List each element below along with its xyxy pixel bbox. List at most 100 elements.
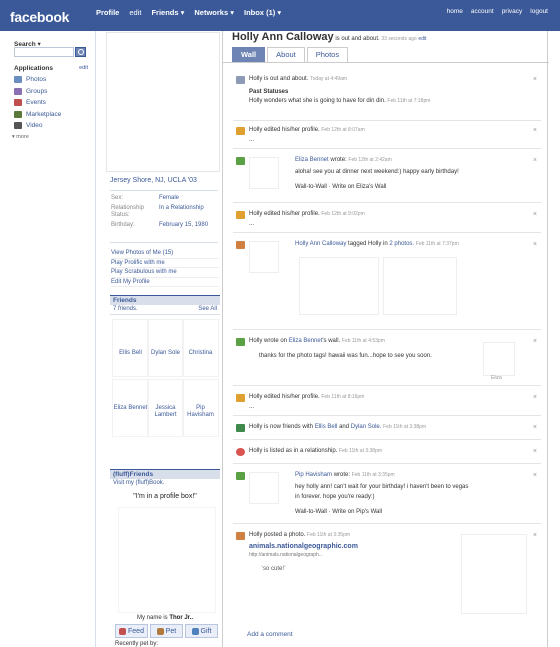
story-actor-link[interactable]: Pip Havisham: [295, 472, 332, 478]
wall-to-wall-links[interactable]: Wall-to-Wall · Write on Eliza's Wall: [295, 184, 386, 190]
nav-home[interactable]: home: [447, 8, 463, 15]
pet-button[interactable]: Pet: [150, 624, 183, 638]
friend-tile[interactable]: Pip Havisham: [182, 379, 219, 437]
profile-picture[interactable]: [106, 32, 220, 172]
play-scrabulous-link[interactable]: Play Scrabulous with me: [111, 268, 219, 278]
nav-privacy[interactable]: privacy: [502, 8, 523, 15]
friend-name[interactable]: Dylan Sole: [148, 350, 183, 357]
story-actor: Holly: [249, 76, 263, 82]
story-target-link[interactable]: Eliza Bennet: [289, 338, 323, 344]
shared-link-url[interactable]: http://animals.nationalgeograph...: [249, 552, 323, 558]
nav-logout[interactable]: logout: [530, 8, 548, 15]
status-icon: [236, 76, 245, 84]
tagger-thumbnail[interactable]: [249, 241, 279, 273]
tagged-photo[interactable]: [383, 257, 457, 315]
edit-profile-link[interactable]: Edit My Profile: [111, 278, 219, 287]
status-edit-link[interactable]: edit: [418, 36, 426, 42]
feed-story-status: Holly is out and about. Today at 4:49am …: [233, 71, 541, 121]
shared-photo[interactable]: [461, 534, 527, 614]
tab-about[interactable]: About: [267, 47, 305, 62]
add-comment-link[interactable]: Add a comment: [247, 631, 293, 638]
feed-icon: [119, 627, 127, 635]
close-icon[interactable]: ×: [533, 127, 537, 134]
fluffbook-link[interactable]: Visit my (fluff)Book.: [110, 479, 220, 489]
wall-to-wall-links[interactable]: Wall-to-Wall · Write on Pip's Wall: [295, 509, 382, 515]
view-photos-link[interactable]: View Photos of Me (15): [111, 249, 219, 259]
friend-name[interactable]: Ellis Bell: [113, 350, 148, 357]
see-all-link[interactable]: See All: [198, 306, 217, 313]
close-icon[interactable]: ×: [533, 76, 537, 83]
past-status-time: Feb 11th at 7:18pm: [387, 98, 431, 104]
friend-name[interactable]: Eliza Bennet: [113, 405, 148, 412]
gift-button[interactable]: Gift: [185, 624, 218, 638]
friend-tile[interactable]: Eliza Bennet: [112, 379, 149, 437]
friend-tile[interactable]: Jessica Lambert: [147, 379, 184, 437]
friend-link[interactable]: Dylan Sole.: [351, 424, 382, 430]
story-actor-link[interactable]: Eliza Bennet: [295, 157, 329, 163]
applications-edit-link[interactable]: edit: [79, 65, 88, 72]
pet-image[interactable]: [118, 507, 216, 613]
marketplace-icon: [14, 110, 22, 118]
search-button[interactable]: [75, 47, 86, 57]
nav-profile[interactable]: Profile: [96, 8, 119, 17]
friend-name[interactable]: Pip Havisham: [183, 405, 218, 419]
play-prolific-link[interactable]: Play Prolific with me: [111, 259, 219, 268]
pencil-icon: [236, 211, 245, 219]
info-value[interactable]: Female: [159, 195, 179, 203]
close-icon[interactable]: ×: [533, 338, 537, 345]
story-time: Feb 12th at 9:02pm: [321, 211, 365, 217]
nav-networks[interactable]: Networks ▾: [194, 8, 234, 17]
nav-account[interactable]: account: [471, 8, 494, 15]
story-line: Holly is listed as in a relationship. Fe…: [249, 448, 382, 454]
friend-name[interactable]: Jessica Lambert: [148, 405, 183, 419]
search-input[interactable]: [14, 47, 74, 57]
app-item-photos[interactable]: Photos: [14, 74, 61, 86]
friend-link[interactable]: Ellis Bell: [315, 424, 338, 430]
story-text: Holly edited his/her profile.: [249, 394, 320, 400]
close-icon[interactable]: ×: [533, 241, 537, 248]
nav-edit[interactable]: edit: [129, 8, 141, 17]
info-value[interactable]: February 15, 1980: [159, 222, 208, 230]
poster-thumbnail[interactable]: [249, 157, 279, 189]
info-key: Relationship Status:: [111, 204, 145, 219]
story-verb: tagged Holly in: [348, 241, 388, 247]
close-icon[interactable]: ×: [533, 394, 537, 401]
info-value[interactable]: In a Relationship: [159, 205, 204, 220]
close-icon[interactable]: ×: [533, 157, 537, 164]
friend-name[interactable]: Christina: [183, 350, 218, 357]
app-item-video[interactable]: Video: [14, 120, 61, 132]
nav-inbox[interactable]: Inbox (1) ▾: [244, 8, 281, 17]
close-icon[interactable]: ×: [533, 448, 537, 455]
posted-item-icon: [236, 532, 245, 540]
friends-count[interactable]: 7 friends.: [113, 306, 138, 313]
story-time: Feb 11th at 3:35pm: [307, 532, 351, 538]
friend-tile[interactable]: Ellis Bell: [112, 319, 149, 377]
shared-link-title[interactable]: animals.nationalgeographic.com: [249, 543, 358, 550]
feed-story-relationship: Holly is listed as in a relationship. Fe…: [233, 442, 541, 464]
tab-photos[interactable]: Photos: [306, 47, 349, 62]
story-actor-link[interactable]: Holly Ann Calloway: [295, 241, 346, 247]
nav-friends[interactable]: Friends ▾: [151, 8, 184, 17]
friend-tile[interactable]: Christina: [182, 319, 219, 377]
tagged-photos-link[interactable]: 2 photos.: [389, 241, 414, 247]
quote-close-icon: ”: [284, 566, 287, 572]
poster-thumbnail[interactable]: [249, 472, 279, 504]
past-status-text: Holly wonders what she is going to have …: [249, 98, 386, 104]
tagged-photo[interactable]: [299, 257, 379, 315]
app-item-groups[interactable]: Groups: [14, 86, 61, 98]
close-icon[interactable]: ×: [533, 211, 537, 218]
app-item-marketplace[interactable]: Marketplace: [14, 109, 61, 121]
network-info[interactable]: Jersey Shore, NJ, UCLA '03: [110, 177, 197, 184]
close-icon[interactable]: ×: [533, 472, 537, 479]
tab-wall[interactable]: Wall: [232, 47, 266, 62]
profile-name: Holly Ann Calloway: [232, 31, 334, 43]
friend-tile[interactable]: Dylan Sole: [147, 319, 184, 377]
wall-post-icon: [236, 157, 245, 165]
close-icon[interactable]: ×: [533, 424, 537, 431]
close-icon[interactable]: ×: [533, 532, 537, 539]
app-item-events[interactable]: Events: [14, 97, 61, 109]
friend-thumbnail[interactable]: [483, 342, 515, 376]
more-link[interactable]: ▾ more: [12, 134, 29, 140]
feed-button[interactable]: Feed: [115, 624, 148, 638]
facebook-logo[interactable]: facebook: [10, 9, 69, 25]
